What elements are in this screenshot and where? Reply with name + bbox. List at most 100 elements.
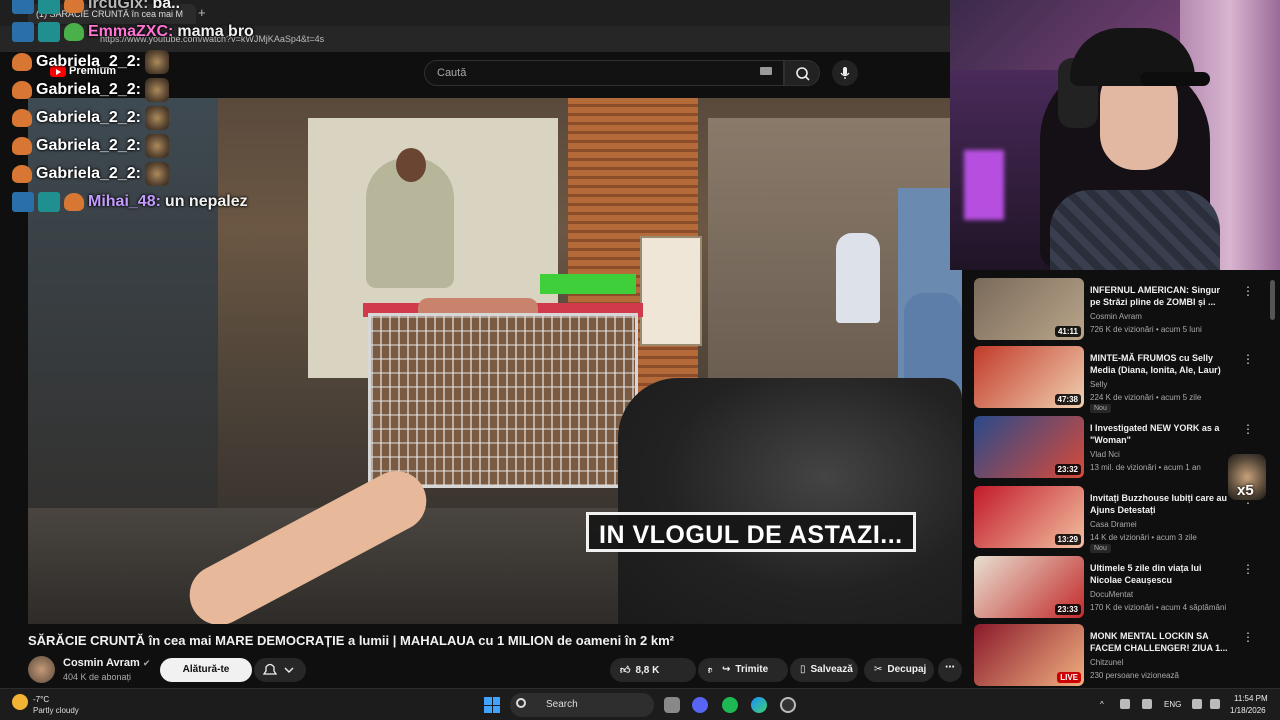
channel-name[interactable]: Cosmin Avram ✔ [63, 657, 150, 669]
recommendation-thumbnail[interactable]: 47:38 [974, 346, 1084, 408]
channel-avatar[interactable] [28, 656, 55, 683]
recommendation-meta: 230 persoane vizionează [1090, 671, 1179, 680]
chat-username: Gabriela_2_2: [36, 165, 141, 182]
clock-time[interactable]: 11:54 PM [1234, 694, 1268, 703]
volume-icon[interactable] [1210, 699, 1220, 709]
recommendation-channel: DocuMentat [1090, 590, 1134, 599]
chat-username: EmmaZXC: [88, 23, 174, 40]
notifications-button[interactable] [254, 658, 306, 682]
more-icon: ⋯ [945, 662, 955, 673]
recommendation-title[interactable]: MINTE-MĂ FRUMOS cu Selly Media (Diana, I… [1090, 352, 1230, 376]
chat-text: un nepalez [164, 193, 248, 210]
monkey-emote-icon [144, 162, 169, 186]
chat-badge-icon [38, 192, 60, 212]
recommendation-channel: Casa Dramei [1090, 520, 1137, 529]
share-icon: ↪ [722, 664, 731, 675]
tray-app-icon[interactable] [1120, 699, 1130, 709]
clip-label: Decupaj [887, 664, 927, 675]
video-scene-person [836, 233, 880, 323]
like-button[interactable]: 👍︎ 8,8 K [610, 658, 696, 682]
chat-username: Gabriela_2_2: [36, 109, 141, 126]
recommendation-meta: 224 K de vizionări • acum 5 zile [1090, 393, 1202, 402]
more-vert-icon[interactable]: ⋮ [1242, 352, 1254, 366]
user-emote-icon [64, 23, 84, 41]
recommendation-title[interactable]: I Investigated NEW YORK as a "Woman" [1090, 422, 1230, 446]
recommendation-meta: 13 mil. de vizionări • acum 1 an [1090, 463, 1201, 472]
recommendation-channel: Chitzunel [1090, 658, 1124, 667]
recommendation-thumbnail[interactable]: 41:11 [974, 278, 1084, 340]
chat-message: Mihai_48: un nepalez [12, 192, 248, 212]
video-title: SĂRĂCIE CRUNTĂ în cea mai MARE DEMOCRAȚI… [28, 633, 675, 648]
task-view-icon[interactable] [664, 697, 680, 713]
recommendation-thumbnail[interactable]: 23:32 [974, 416, 1084, 478]
fox-emote-icon [12, 165, 32, 183]
chat-text: mama bro [177, 23, 254, 40]
recommendation-title[interactable]: INFERNUL AMERICAN: Singur pe Străzi plin… [1090, 284, 1230, 308]
chat-message: Gabriela_2_2: [12, 162, 169, 186]
duration-badge: 23:32 [1054, 464, 1081, 475]
search-input[interactable]: Caută [424, 60, 784, 86]
network-icon[interactable] [1192, 699, 1202, 709]
join-button[interactable]: Alătură-te [160, 658, 252, 682]
like-count: 8,8 K [635, 665, 660, 676]
taskbar-search[interactable]: Search [510, 693, 654, 717]
fox-emote-icon [12, 53, 32, 71]
thumbs-up-icon: 👍︎ [620, 665, 631, 676]
weather-icon[interactable] [12, 694, 28, 710]
more-actions-button[interactable]: ⋯ [938, 658, 962, 682]
recommendation-meta: 170 K de vizionări • acum 4 săptămâni [1090, 603, 1227, 612]
clip-button[interactable]: ✂ Decupaj [864, 658, 934, 682]
fox-emote-icon [64, 0, 84, 13]
webcam-shirt [1050, 190, 1220, 270]
recommendation-title[interactable]: Invitați Buzzhouse Iubiți care au Ajuns … [1090, 492, 1230, 516]
edge-icon[interactable] [751, 697, 767, 713]
recommendation-thumbnail[interactable]: LIVE [974, 624, 1084, 686]
recommendation-title[interactable]: MONK MENTAL LOCKIN SA FACEM CHALLENGER! … [1090, 630, 1230, 654]
recommendation-item[interactable]: 47:38 MINTE-MĂ FRUMOS cu Selly Media (Di… [974, 346, 1274, 413]
chat-message: Gabriela_2_2: [12, 106, 169, 130]
clock-date[interactable]: 1/18/2026 [1230, 706, 1266, 715]
search-icon [796, 67, 810, 81]
scissors-icon: ✂ [874, 664, 883, 675]
share-label: Trimite [735, 664, 769, 675]
streamer-webcam [950, 0, 1280, 270]
webcam-neon-light [964, 150, 1004, 220]
more-vert-icon[interactable]: ⋮ [1242, 284, 1254, 298]
emote-multiplier: x5 [1237, 482, 1254, 499]
fox-emote-icon [12, 137, 32, 155]
recommendation-item[interactable]: 41:11 INFERNUL AMERICAN: Singur pe Străz… [974, 278, 1274, 344]
bell-icon [262, 663, 294, 675]
recommendation-title[interactable]: Ultimele 5 zile din viața lui Nicolae Ce… [1090, 562, 1230, 586]
chat-badge-icon [12, 22, 34, 42]
more-vert-icon[interactable]: ⋮ [1242, 630, 1254, 644]
keyboard-icon[interactable] [760, 67, 772, 75]
more-vert-icon[interactable]: ⋮ [1242, 422, 1254, 436]
sidebar-scrollbar[interactable] [1270, 280, 1275, 320]
video-scene-scooter [618, 378, 962, 624]
recommendation-thumbnail[interactable]: 23:33 [974, 556, 1084, 618]
recommendation-item[interactable]: 23:33 Ultimele 5 zile din viața lui Nico… [974, 556, 1274, 622]
windows-taskbar: -7°C Partly cloudy Search ^ ENG 11:54 PM… [0, 688, 1280, 720]
channel-row: Cosmin Avram ✔ 404 K de abonați Alătură-… [28, 656, 962, 684]
tray-chevron-icon[interactable]: ^ [1100, 700, 1104, 709]
language-indicator[interactable]: ENG [1164, 700, 1181, 709]
monkey-emote-icon [144, 106, 169, 130]
search-button[interactable] [784, 60, 820, 86]
spotify-icon[interactable] [722, 697, 738, 713]
chat-message: Gabriela_2_2: [12, 78, 169, 102]
more-vert-icon[interactable]: ⋮ [1242, 562, 1254, 576]
voice-search-button[interactable] [832, 60, 858, 86]
windows-start-icon[interactable] [484, 697, 500, 713]
new-badge: Nou [1090, 544, 1111, 553]
channel-name-text: Cosmin Avram [63, 657, 140, 669]
recommendation-item[interactable]: LIVE MONK MENTAL LOCKIN SA FACEM CHALLEN… [974, 624, 1274, 688]
recommendation-thumbnail[interactable]: 13:29 [974, 486, 1084, 548]
discord-icon[interactable] [692, 697, 708, 713]
obs-icon[interactable] [780, 697, 796, 713]
microphone-icon[interactable] [1142, 699, 1152, 709]
save-button[interactable]: ▯ Salvează [790, 658, 858, 682]
save-label: Salvează [810, 664, 853, 675]
video-scene-cage [368, 313, 638, 488]
share-button[interactable]: ↪ Trimite [712, 658, 788, 682]
recommendation-channel: Cosmin Avram [1090, 312, 1142, 321]
